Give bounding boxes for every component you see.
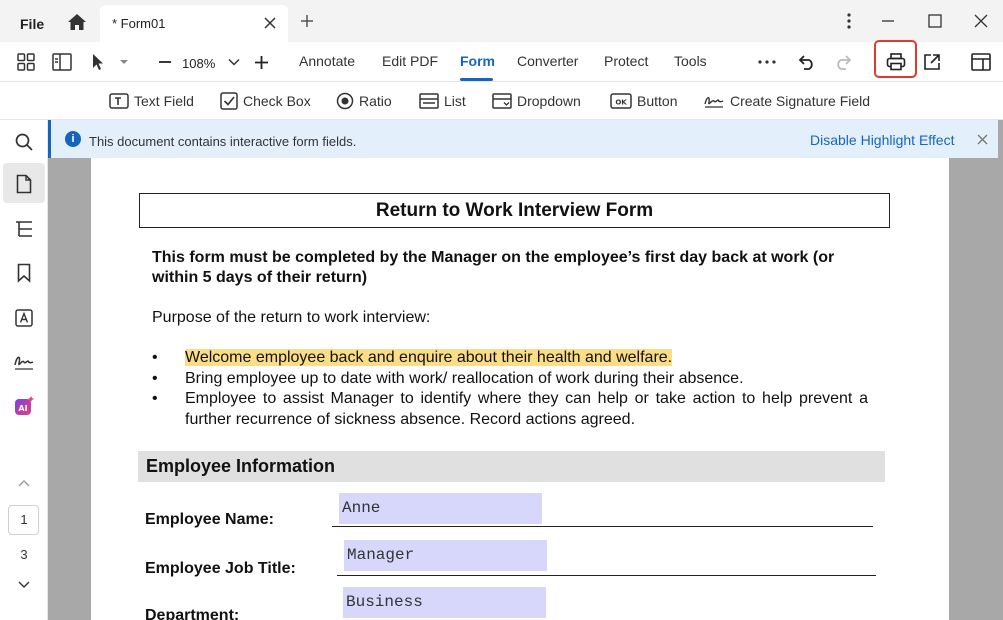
zoom-dropdown-icon[interactable] [223,51,245,73]
title-bar: File * Form01 [0,0,1003,42]
share-export-icon[interactable] [921,51,943,73]
text-field-tool[interactable]: Text Field [109,91,194,111]
text-field-label: Text Field [134,93,194,109]
employee-job-title-label: Employee Job Title: [145,560,296,577]
section-heading: Employee Information [138,451,885,482]
check-box-tool[interactable]: Check Box [220,91,311,111]
file-menu[interactable]: File [20,16,44,32]
list-label: List [444,93,466,109]
left-sidebar: AI 1 3 [0,120,48,620]
list-tool[interactable]: List [419,91,466,111]
menu-form[interactable]: Form [460,53,495,69]
button-label: Button [637,93,678,109]
document-tab[interactable]: * Form01 [100,5,288,42]
intro-text: This form must be completed by the Manag… [152,249,835,286]
bullet-item: Bring employee up to date with work/ rea… [152,369,868,390]
cursor-dropdown-icon[interactable] [113,51,135,73]
bullet-item: Welcome employee back and enquire about … [152,348,868,369]
zoom-out-icon[interactable] [154,51,176,73]
bookmark-icon[interactable] [11,260,37,286]
employee-job-title-field[interactable]: Manager [344,540,547,571]
create-signature-field-label: Create Signature Field [730,93,871,109]
home-icon[interactable] [64,10,90,34]
redo-icon[interactable] [832,51,854,73]
close-window-icon[interactable] [970,10,992,32]
close-banner-icon[interactable] [975,132,989,146]
highlighted-text: Welcome employee back and enquire about … [185,349,673,366]
undo-icon[interactable] [796,51,818,73]
close-tab-icon[interactable] [262,15,278,31]
panel-layout-icon[interactable] [51,51,73,73]
svg-text:OK: OK [615,99,627,107]
info-message: This document contains interactive form … [89,134,357,149]
zoom-in-icon[interactable] [250,51,272,73]
form-toolbar: Text Field Check Box Ratio List Dropdown… [0,82,1003,120]
more-options-icon[interactable] [838,10,860,32]
form-field-icon[interactable] [11,305,37,331]
bullet-item: Employee to assist Manager to identify w… [152,389,868,430]
thumbnails-grid-icon[interactable] [15,51,37,73]
dropdown-tool[interactable]: Dropdown [492,91,581,111]
page-thumbnail-icon[interactable] [11,171,37,197]
layout-panel-icon[interactable] [970,51,992,73]
tab-title: * Form01 [112,16,166,31]
pdf-page: Return to Work Interview Form This form … [91,158,949,620]
print-button-highlight [874,40,917,78]
employee-name-underline [332,526,873,527]
menu-tools[interactable]: Tools [674,53,707,69]
purpose-text: Purpose of the return to work interview: [152,309,431,326]
department-field[interactable]: Business [343,587,546,618]
menu-edit-pdf[interactable]: Edit PDF [382,53,438,69]
select-cursor-icon[interactable] [87,51,109,73]
page-number-total: 3 [20,547,28,562]
list-box-icon [419,93,439,109]
disable-highlight-link[interactable]: Disable Highlight Effect [810,132,954,148]
page-number-current[interactable]: 1 [0,512,48,527]
page-down-icon[interactable] [11,572,37,598]
signature-sidebar-icon[interactable] [11,349,37,375]
maximize-icon[interactable] [924,10,946,32]
check-box-icon [220,92,238,110]
dropdown-icon [492,93,512,109]
outline-tree-icon[interactable] [11,216,37,242]
info-icon: i [65,131,81,147]
button-icon: OK [610,93,632,109]
search-icon[interactable] [11,129,37,155]
zoom-level[interactable]: 108% [182,56,215,71]
form-info-banner: i This document contains interactive for… [48,120,998,158]
purpose-bullets: Welcome employee back and enquire about … [152,348,868,430]
page-up-icon[interactable] [11,470,37,496]
radio-tool[interactable]: Ratio [336,91,392,111]
minimize-icon[interactable] [877,10,899,32]
text-field-icon [109,93,129,109]
menu-converter[interactable]: Converter [517,53,578,69]
ai-assistant-icon[interactable]: AI [11,393,37,419]
create-signature-field-tool[interactable]: Create Signature Field [703,91,870,111]
main-toolbar: 108% Annotate Edit PDF Form Converter Pr… [0,42,1003,82]
employee-name-field[interactable]: Anne [339,493,542,524]
button-tool[interactable]: OK Button [610,91,677,111]
dropdown-label: Dropdown [517,93,581,109]
radio-button-icon [336,92,354,110]
more-horizontal-icon[interactable] [756,51,778,73]
signature-icon [704,97,724,108]
menu-annotate[interactable]: Annotate [299,53,355,69]
active-menu-indicator [460,78,493,81]
employee-name-label: Employee Name: [145,511,274,528]
new-tab-icon[interactable] [298,12,316,30]
radio-label: Ratio [359,93,392,109]
menu-protect[interactable]: Protect [604,53,648,69]
form-title: Return to Work Interview Form [139,193,890,228]
check-box-label: Check Box [243,93,311,109]
department-label: Department: [145,607,240,620]
svg-text:AI: AI [18,404,27,413]
employee-job-title-underline [337,575,876,576]
